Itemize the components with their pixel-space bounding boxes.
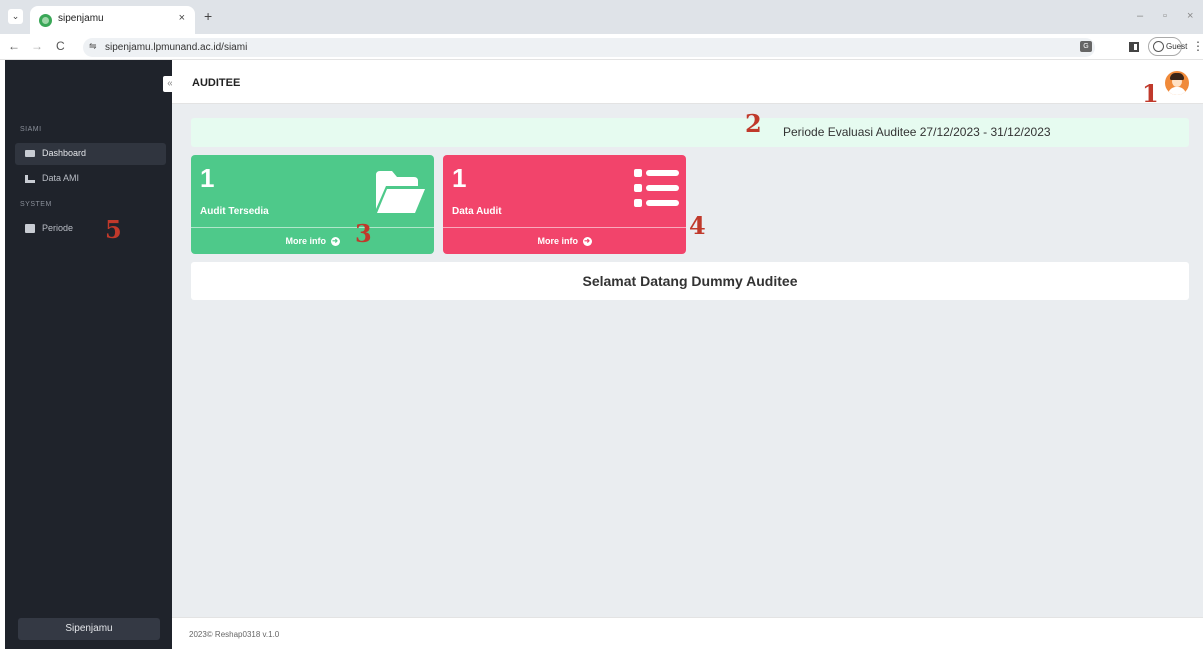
tab-close-button[interactable]: × (179, 12, 185, 24)
data-audit-box: 1 Data Audit More info ➜ (443, 155, 686, 254)
restore-button[interactable]: ▫ (1163, 10, 1167, 22)
translate-icon[interactable]: G (1080, 41, 1092, 52)
main-content: AUDITEE 1 Periode Evaluasi Auditee 27/12… (172, 60, 1203, 649)
monitor-icon (25, 150, 35, 157)
url-field[interactable]: ⇋ sipenjamu.lpmunand.ac.id/siami (83, 38, 1095, 57)
calendar-icon (25, 224, 35, 233)
period-banner: Periode Evaluasi Auditee 27/12/2023 - 31… (191, 118, 1189, 147)
profile-icon (1153, 41, 1164, 52)
marker-4: 4 (689, 211, 706, 240)
sidebar-item-label: Data AMI (42, 173, 80, 183)
sidebar-section-siami: SIAMI (20, 126, 42, 133)
footer-text: 2023© Reshap0318 v.1.0 (189, 630, 280, 639)
close-window-button[interactable]: × (1187, 10, 1193, 22)
list-icon (634, 169, 679, 207)
avatar[interactable] (1165, 71, 1189, 95)
profile-button[interactable]: Guest (1148, 37, 1187, 56)
sidebar-item-label: Dashboard (42, 148, 87, 158)
marker-1: 1 (1142, 79, 1159, 108)
welcome-card: Selamat Datang Dummy Auditee (191, 262, 1189, 300)
more-info-label: More info (537, 236, 578, 246)
arrow-circle-right-icon: ➜ (330, 237, 340, 247)
url-text: sipenjamu.lpmunand.ac.id/siami (105, 42, 248, 53)
content-header: AUDITEE 1 (172, 60, 1203, 108)
forward-button[interactable]: → (31, 40, 43, 52)
sidebar-section-system: SYSTEM (20, 201, 52, 208)
folder-open-icon (376, 171, 425, 213)
browser-address-bar: ← → C ⇋ sipenjamu.lpmunand.ac.id/siami G… (0, 34, 1203, 60)
chart-icon (25, 175, 35, 183)
avatar-body (1168, 87, 1186, 95)
back-button[interactable]: ← (8, 40, 20, 52)
side-panel-icon[interactable] (1129, 42, 1139, 52)
favicon-icon (39, 14, 52, 27)
browser-tab-bar: ⌄ sipenjamu × + – ▫ × (0, 0, 1203, 34)
sidebar-footer-button[interactable]: Sipenjamu (18, 618, 160, 640)
site-info-icon[interactable]: ⇋ (89, 41, 97, 52)
data-audit-more-info[interactable]: More info ➜ (443, 227, 686, 254)
audit-tersedia-more-info[interactable]: More info ➜ (191, 227, 434, 254)
page-footer: 2023© Reshap0318 v.1.0 (172, 617, 1203, 649)
data-audit-label: Data Audit (452, 206, 502, 217)
marker-5: 5 (105, 215, 122, 244)
minimize-button[interactable]: – (1137, 10, 1143, 22)
browser-tab[interactable]: sipenjamu × (30, 6, 195, 34)
audit-tersedia-count: 1 (200, 163, 215, 193)
arrow-circle-right-icon: ➜ (582, 237, 592, 247)
chevron-down-icon[interactable]: ⌄ (8, 9, 23, 24)
audit-tersedia-label: Audit Tersedia (200, 206, 269, 217)
data-audit-count: 1 (452, 163, 467, 193)
browser-menu-icon[interactable]: ⋮ (1192, 39, 1203, 53)
reload-button[interactable]: C (56, 40, 65, 52)
sidebar: « SIAMI Dashboard Data AMI SYSTEM Period… (5, 60, 177, 649)
sidebar-item-dashboard[interactable]: Dashboard (15, 143, 166, 165)
sidebar-item-data-ami[interactable]: Data AMI (15, 168, 166, 190)
audit-tersedia-box: 1 Audit Tersedia More info ➜ (191, 155, 434, 254)
new-tab-button[interactable]: + (204, 9, 212, 23)
avatar-hair (1170, 73, 1184, 80)
sidebar-item-periode[interactable]: Periode (15, 218, 166, 240)
profile-label: Guest (1166, 42, 1188, 51)
period-text: Periode Evaluasi Auditee 27/12/2023 - 31… (783, 125, 1051, 139)
more-info-label: More info (285, 236, 326, 246)
tab-title: sipenjamu (58, 13, 104, 24)
sidebar-item-label: Periode (42, 223, 74, 233)
marker-2: 2 (745, 109, 762, 138)
page-title: AUDITEE (192, 77, 241, 89)
marker-3: 3 (355, 219, 372, 248)
